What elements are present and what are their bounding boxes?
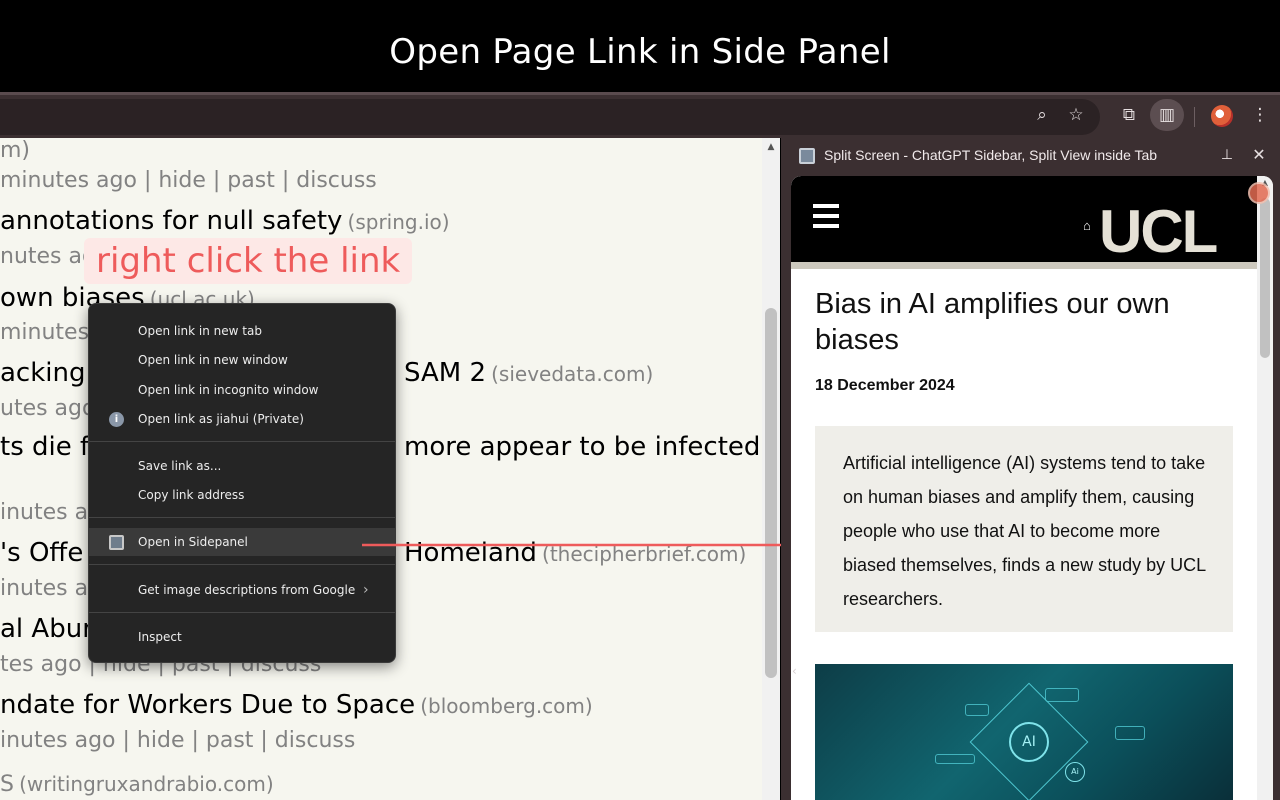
context-menu: Open link in new tab Open link in new wi…	[88, 303, 396, 663]
list-item-meta: minutes	[0, 320, 90, 345]
side-panel: Split Screen - ChatGPT Sidebar, Split Vi…	[781, 138, 1280, 800]
story-title-link[interactable]: more appear to be infected	[404, 432, 760, 462]
story-title-link[interactable]: 's Offe	[0, 538, 83, 568]
menu-item-open-incognito[interactable]: Open link in incognito window	[89, 376, 395, 404]
interface-chip	[935, 754, 975, 764]
list-item[interactable]: ndate for Workers Due to Space (bloomber…	[0, 690, 593, 720]
menu-item-open-new-tab[interactable]: Open link in new tab	[89, 317, 395, 345]
story-title-link[interactable]: annotations for null safety	[0, 206, 342, 236]
zoom-icon[interactable]: ⌕	[1030, 103, 1054, 127]
story-title-link[interactable]: ndate for Workers Due to Space	[0, 690, 415, 720]
story-title-link[interactable]: acking	[0, 358, 86, 388]
menu-divider	[89, 517, 395, 518]
side-panel-title[interactable]: Split Screen - ChatGPT Sidebar, Split Vi…	[824, 147, 1157, 163]
sidepanel-icon	[109, 535, 124, 550]
side-panel-icon[interactable]: ▥	[1150, 99, 1184, 131]
menu-icon[interactable]: ⋮	[1248, 103, 1272, 127]
screenshot-stage: Open Page Link in Side Panel ⌕ ☆ ⧉ ▥ ⋮ m…	[0, 0, 1280, 800]
list-item-meta[interactable]: minutes ago | hide | past | discuss	[0, 168, 377, 193]
article-hero-image: AI Ai	[815, 664, 1233, 800]
scroll-thumb[interactable]	[765, 308, 777, 678]
ucl-site-header: ⌂ UCL	[791, 176, 1257, 262]
menu-item-open-new-window[interactable]: Open link in new window	[89, 346, 395, 374]
banner-title: Open Page Link in Side Panel	[389, 32, 891, 72]
side-panel-webpage: ⌂ UCL Bias in AI amplifies our own biase…	[791, 176, 1273, 800]
toolbar-divider	[1194, 107, 1195, 127]
list-item-meta: inutes ac	[0, 500, 101, 525]
list-item-meta[interactable]: inutes ago | hide | past | discuss	[0, 728, 355, 753]
article-summary: Artificial intelligence (AI) systems ten…	[843, 453, 1206, 609]
extensions-icon[interactable]: ⧉	[1117, 103, 1141, 127]
article-title: Bias in AI amplifies our own biases	[815, 288, 1170, 356]
ai-chip-icon: Ai	[1065, 762, 1085, 782]
split-screen-favicon-icon	[799, 148, 815, 164]
page-scrollbar[interactable]: ▲	[762, 138, 780, 800]
story-domain[interactable]: (sievedata.com)	[491, 362, 653, 386]
story-title-link[interactable]: al Abur	[0, 614, 93, 644]
hamburger-menu-icon[interactable]	[813, 204, 839, 228]
address-bar[interactable]	[0, 99, 1100, 135]
menu-divider	[89, 441, 395, 442]
header-band	[791, 262, 1257, 269]
extension-badge-icon[interactable]	[1248, 182, 1270, 204]
portico-icon: ⌂	[1083, 218, 1091, 233]
menu-divider	[89, 612, 395, 613]
menu-item-save-link[interactable]: Save link as...	[89, 452, 395, 480]
story-title-link[interactable]: SAM 2	[404, 358, 486, 388]
chevron-left-icon[interactable]: ‹	[792, 664, 797, 678]
list-item[interactable]: annotations for null safety (spring.io)	[0, 206, 450, 236]
article-summary-box: Artificial intelligence (AI) systems ten…	[815, 426, 1233, 632]
menu-item-image-descriptions[interactable]: Get image descriptions from Google ›	[89, 576, 395, 604]
chevron-right-icon: ›	[363, 582, 369, 598]
star-icon[interactable]: ☆	[1064, 103, 1088, 127]
menu-item-inspect[interactable]: Inspect	[89, 623, 395, 651]
interface-chip	[965, 704, 989, 716]
list-item-meta: utes ago	[0, 396, 96, 421]
tutorial-banner: Open Page Link in Side Panel	[0, 0, 1280, 92]
side-panel-scrollbar[interactable]: ▲	[1257, 176, 1273, 800]
list-item-meta: inutes ag	[0, 576, 103, 601]
menu-item-open-as-profile[interactable]: i Open link as jiahui (Private)	[89, 405, 395, 433]
list-item[interactable]: S (writingruxandrabio.com)	[0, 772, 274, 797]
story-title-link[interactable]: S	[0, 772, 14, 797]
scroll-thumb[interactable]	[1260, 198, 1270, 358]
ai-head-icon: AI	[1009, 722, 1049, 762]
close-icon[interactable]: ✕	[1249, 145, 1269, 165]
article-date: 18 December 2024	[815, 377, 955, 394]
story-domain[interactable]: (spring.io)	[348, 210, 450, 234]
story-domain[interactable]: (writingruxandrabio.com)	[19, 772, 274, 796]
profile-avatar[interactable]	[1211, 105, 1233, 127]
interface-chip	[1045, 688, 1079, 702]
menu-divider	[89, 564, 395, 565]
list-item-meta: nutes ag	[0, 244, 96, 269]
menu-item-copy-link[interactable]: Copy link address	[89, 481, 395, 509]
side-panel-header: Split Screen - ChatGPT Sidebar, Split Vi…	[781, 138, 1280, 174]
browser-toolbar: ⌕ ☆ ⧉ ▥ ⋮	[0, 92, 1280, 138]
menu-item-open-in-sidepanel[interactable]: Open in Sidepanel	[89, 528, 395, 556]
pointer-arrow-icon	[362, 536, 812, 554]
annotation-callout: right click the link	[84, 238, 413, 284]
story-title-link[interactable]: ts die f	[0, 432, 89, 462]
info-icon: i	[109, 412, 124, 427]
list-item-meta: m)	[0, 138, 31, 163]
pin-icon[interactable]: ⊥	[1217, 145, 1237, 165]
interface-chip	[1115, 726, 1145, 740]
list-item[interactable]: SAM 2 (sievedata.com)	[404, 358, 653, 388]
scroll-up-arrow-icon[interactable]: ▲	[762, 140, 780, 154]
story-domain[interactable]: (bloomberg.com)	[420, 694, 592, 718]
